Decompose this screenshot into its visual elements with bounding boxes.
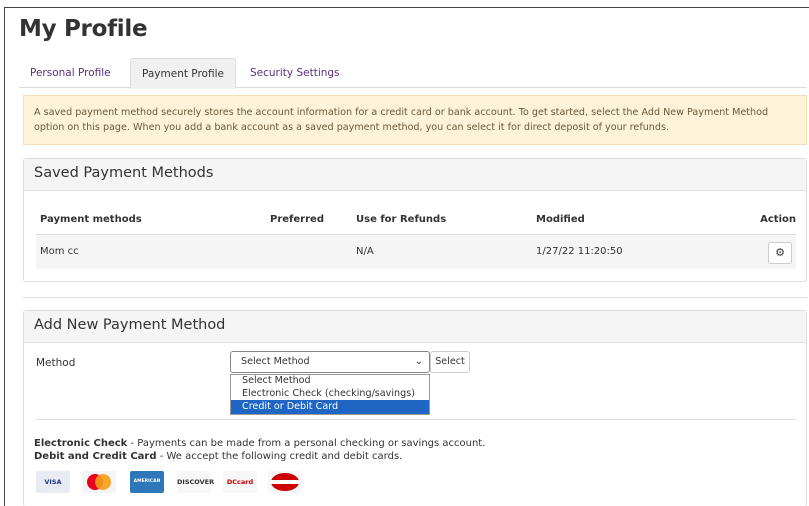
add-payment-method-heading: Add New Payment Method	[24, 311, 806, 343]
payment-info-text: Electronic Check - Payments can be made …	[34, 437, 485, 463]
card-logo-text: DISCOVER	[177, 478, 215, 486]
tab-security-settings[interactable]: Security Settings	[239, 58, 351, 88]
diners-club-logo	[268, 471, 302, 493]
debit-credit-title: Debit and Credit Card	[34, 451, 157, 462]
tab-personal-profile[interactable]: Personal Profile	[19, 58, 122, 88]
use-for-refunds-value: N/A	[356, 246, 374, 257]
method-select-value: Select Method	[241, 356, 310, 367]
dccard-logo: DCcard	[223, 471, 257, 493]
card-logo-text: DCcard	[226, 478, 254, 486]
amex-logo: AMERICAN EXPRESS	[130, 471, 164, 506]
card-logo-text: AMERICAN EXPRESS	[133, 479, 161, 506]
method-select[interactable]: Select Method ⌄	[230, 351, 430, 373]
column-header: Action	[760, 214, 796, 225]
electronic-check-text: - Payments can be made from a personal c…	[127, 438, 486, 449]
payment-methods-table: Payment methods Preferred Use for Refund…	[36, 207, 796, 269]
column-header: Preferred	[270, 214, 324, 225]
mastercard-icon	[87, 474, 111, 490]
table-header-row: Payment methods Preferred Use for Refund…	[36, 207, 796, 235]
method-option[interactable]: Electronic Check (checking/savings)	[231, 388, 429, 401]
select-button[interactable]: Select	[430, 351, 470, 373]
diners-club-icon	[271, 473, 299, 491]
profile-tabs: Personal Profile Payment Profile Securit…	[19, 58, 807, 89]
method-option[interactable]: Select Method	[231, 375, 429, 388]
electronic-check-title: Electronic Check	[34, 438, 128, 449]
section-separator	[36, 419, 796, 420]
column-header: Modified	[536, 214, 585, 225]
action-button[interactable]: ⚙	[768, 242, 792, 264]
page-frame: My Profile Personal Profile Payment Prof…	[4, 7, 809, 506]
gear-icon: ⚙	[775, 246, 785, 259]
tab-payment-profile[interactable]: Payment Profile	[130, 58, 236, 89]
page-title: My Profile	[19, 16, 148, 42]
method-label: Method	[36, 357, 76, 369]
chevron-down-icon: ⌄	[414, 356, 423, 367]
info-alert: A saved payment method securely stores t…	[23, 95, 807, 145]
add-payment-method-panel: Add New Payment Method Method Select Met…	[23, 310, 807, 506]
visa-logo: VISA	[36, 471, 70, 493]
modified-value: 1/27/22 11:20:50	[536, 246, 623, 257]
method-dropdown-list: Select Method Electronic Check (checking…	[230, 374, 430, 415]
method-option-highlighted[interactable]: Credit or Debit Card	[231, 400, 429, 414]
column-header: Payment methods	[40, 214, 142, 225]
column-header: Use for Refunds	[356, 214, 447, 225]
mastercard-logo	[82, 471, 116, 493]
debit-credit-text: - We accept the following credit and deb…	[156, 451, 403, 462]
saved-payment-methods-heading: Saved Payment Methods	[24, 159, 806, 191]
card-logo-text: VISA	[44, 478, 62, 486]
payment-method-name: Mom cc	[40, 246, 79, 257]
discover-logo: DISCOVER	[177, 471, 215, 493]
saved-payment-methods-panel: Saved Payment Methods Payment methods Pr…	[23, 158, 807, 282]
section-divider	[23, 297, 807, 298]
table-row: Mom cc N/A 1/27/22 11:20:50 ⚙	[36, 235, 796, 269]
